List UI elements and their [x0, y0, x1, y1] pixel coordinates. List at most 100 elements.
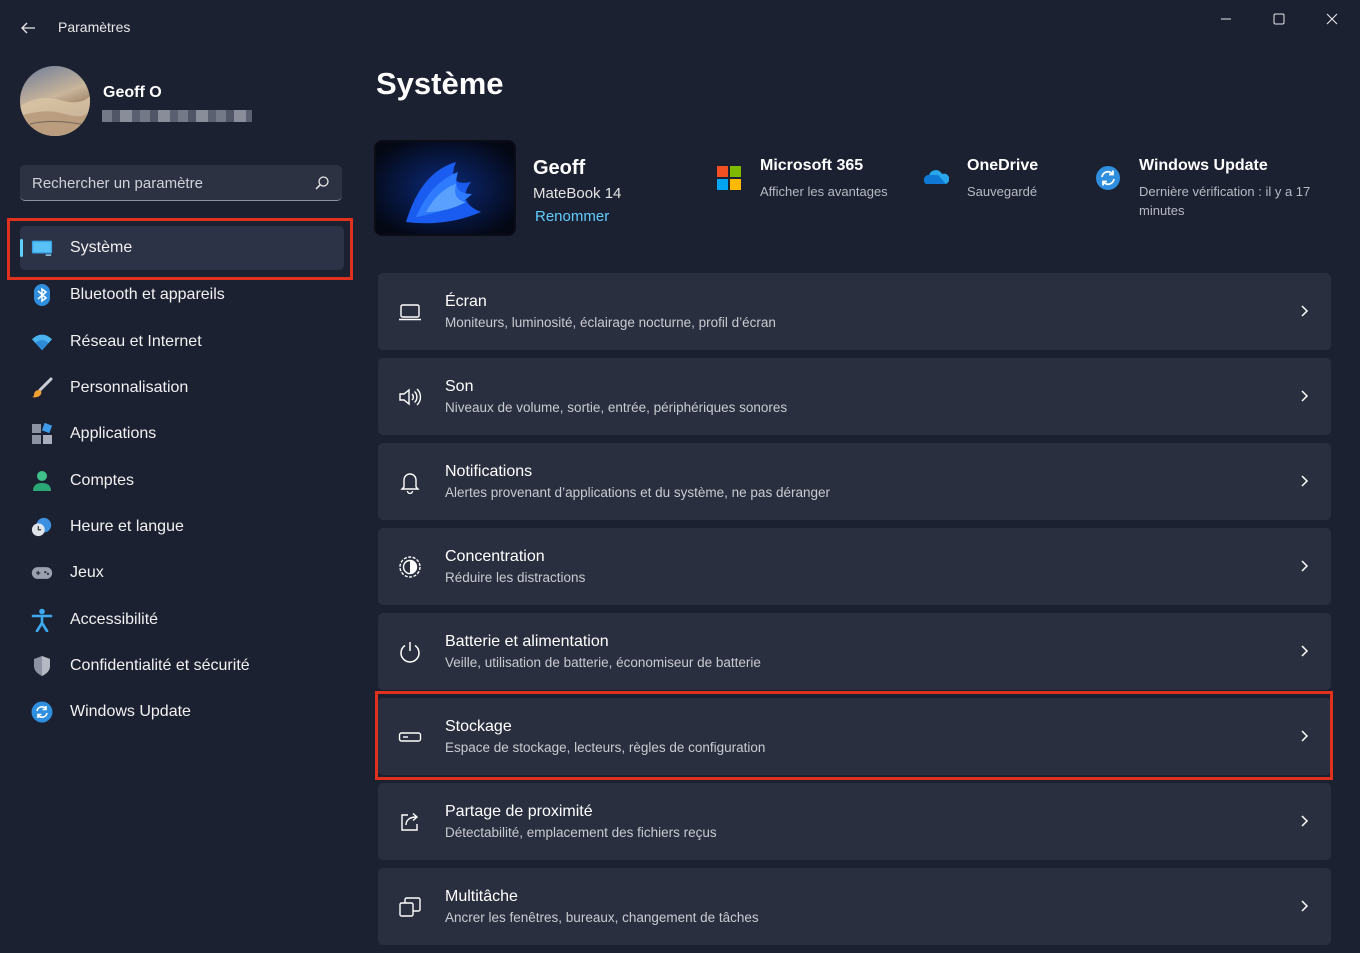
card-title: Partage de proximité: [445, 803, 593, 820]
accessibility-icon: [31, 608, 53, 632]
device-wallpaper-thumbnail: [376, 142, 514, 234]
sidebar-item-heure[interactable]: Heure et langue: [20, 504, 344, 550]
card-subtitle: Détectabilité, emplacement des fichiers …: [445, 825, 717, 840]
sidebar-item-reseau[interactable]: Réseau et Internet: [20, 319, 344, 365]
sidebar-item-windows-update[interactable]: Windows Update: [20, 689, 344, 735]
windows-bloom-image: [376, 142, 514, 234]
status-title: Microsoft 365: [760, 157, 864, 174]
sidebar-item-label: Applications: [70, 425, 157, 443]
sidebar-item-applications[interactable]: Applications: [20, 411, 344, 457]
bluetooth-icon: [31, 284, 53, 307]
sidebar-item-accessibilite[interactable]: Accessibilité: [20, 596, 344, 642]
card-subtitle: Alertes provenant d’applications et du s…: [445, 485, 830, 500]
multitask-icon: [399, 897, 421, 917]
card-son[interactable]: Son Niveaux de volume, sortie, entrée, p…: [378, 358, 1331, 435]
search-icon[interactable]: [314, 175, 330, 191]
card-concentration[interactable]: Concentration Réduire les distractions: [378, 528, 1331, 605]
chevron-right-icon: [1301, 560, 1309, 572]
sidebar-item-confidentialite[interactable]: Confidentialité et sécurité: [20, 643, 344, 689]
speaker-icon: [399, 388, 422, 406]
clock-globe-icon: [31, 516, 53, 538]
status-title: Windows Update: [1139, 157, 1268, 174]
card-subtitle: Espace de stockage, lecteurs, règles de …: [445, 740, 766, 755]
display-icon: [399, 304, 421, 321]
avatar: [20, 66, 90, 136]
brush-icon: [31, 377, 53, 399]
card-title: Stockage: [445, 718, 512, 735]
page-title: Système: [376, 66, 504, 101]
card-batterie[interactable]: Batterie et alimentation Veille, utilisa…: [378, 613, 1331, 690]
sidebar-item-label: Heure et langue: [70, 517, 184, 535]
sidebar-item-systeme[interactable]: Système: [20, 226, 344, 270]
sidebar-item-label: Comptes: [70, 471, 135, 489]
user-name: Geoff O: [103, 84, 162, 101]
back-arrow-icon: [21, 22, 35, 34]
shield-icon: [31, 655, 53, 677]
card-subtitle: Ancrer les fenêtres, bureaux, changement…: [445, 910, 759, 925]
close-icon: [1326, 13, 1338, 25]
focus-icon: [399, 556, 421, 578]
sidebar-item-jeux[interactable]: Jeux: [20, 550, 344, 596]
avatar-image: [20, 96, 90, 136]
card-title: Concentration: [445, 548, 545, 565]
close-button[interactable]: [1308, 6, 1356, 32]
card-title: Batterie et alimentation: [445, 633, 609, 650]
status-title: OneDrive: [967, 157, 1039, 174]
search-box[interactable]: [20, 165, 342, 201]
storage-icon: [398, 732, 422, 742]
card-partage-proximite[interactable]: Partage de proximité Détectabilité, empl…: [378, 783, 1331, 860]
gamepad-icon: [31, 562, 53, 584]
sidebar-item-label: Personnalisation: [70, 379, 189, 397]
sidebar-item-label: Réseau et Internet: [70, 332, 202, 350]
chevron-right-icon: [1301, 475, 1309, 487]
title-bar: Paramètres: [0, 0, 1360, 52]
onedrive-icon: [924, 170, 949, 184]
card-title: Écran: [445, 293, 487, 310]
bell-icon: [400, 473, 420, 494]
update-icon: [1096, 166, 1120, 190]
chevron-right-icon: [1301, 900, 1309, 912]
maximize-button[interactable]: [1255, 6, 1303, 32]
update-icon: [31, 701, 53, 723]
card-subtitle: Niveaux de volume, sortie, entrée, périp…: [445, 400, 788, 415]
status-subtitle: Afficher les avantages: [760, 184, 888, 199]
card-notifications[interactable]: Notifications Alertes provenant d’applic…: [378, 443, 1331, 520]
device-name: Geoff: [533, 157, 586, 179]
card-subtitle: Moniteurs, luminosité, éclairage nocturn…: [445, 315, 776, 330]
sidebar-item-label: Bluetooth et appareils: [70, 286, 225, 304]
status-subtitle: Sauvegardé: [967, 184, 1038, 199]
rename-link[interactable]: Renommer: [535, 208, 609, 225]
chevron-right-icon: [1301, 815, 1309, 827]
card-multitache[interactable]: Multitâche Ancrer les fenêtres, bureaux,…: [378, 868, 1331, 945]
sidebar-item-personnalisation[interactable]: Personnalisation: [20, 365, 344, 411]
card-title: Multitâche: [445, 888, 518, 905]
power-icon: [400, 642, 420, 663]
minimize-button[interactable]: [1202, 6, 1250, 32]
chevron-right-icon: [1301, 390, 1309, 402]
settings-list: Écran Moniteurs, luminosité, éclairage n…: [378, 273, 1331, 953]
chevron-right-icon: [1301, 305, 1309, 317]
status-subtitle: Dernière vérification : il y a 17 minute…: [1139, 184, 1311, 218]
card-title: Son: [445, 378, 474, 395]
device-model: MateBook 14: [533, 185, 622, 202]
card-stockage[interactable]: Stockage Espace de stockage, lecteurs, r…: [378, 698, 1331, 775]
card-title: Notifications: [445, 463, 533, 480]
card-subtitle: Veille, utilisation de batterie, économi…: [445, 655, 761, 670]
sidebar-item-comptes[interactable]: Comptes: [20, 457, 344, 503]
search-input[interactable]: [20, 165, 314, 201]
share-icon: [401, 812, 419, 831]
back-button[interactable]: [14, 14, 42, 42]
account-icon: [31, 470, 53, 492]
minimize-icon: [1221, 18, 1231, 20]
wifi-icon: [31, 331, 53, 353]
card-subtitle: Réduire les distractions: [445, 570, 586, 585]
microsoft-logo-icon: [717, 166, 741, 190]
sidebar-item-bluetooth[interactable]: Bluetooth et appareils: [20, 272, 344, 318]
maximize-icon: [1273, 13, 1285, 25]
card-ecran[interactable]: Écran Moniteurs, luminosité, éclairage n…: [378, 273, 1331, 350]
apps-icon: [31, 423, 53, 445]
chevron-right-icon: [1301, 645, 1309, 657]
system-icon: [31, 237, 53, 259]
user-email-redacted: [102, 110, 252, 122]
sidebar-item-label: Jeux: [70, 564, 104, 582]
